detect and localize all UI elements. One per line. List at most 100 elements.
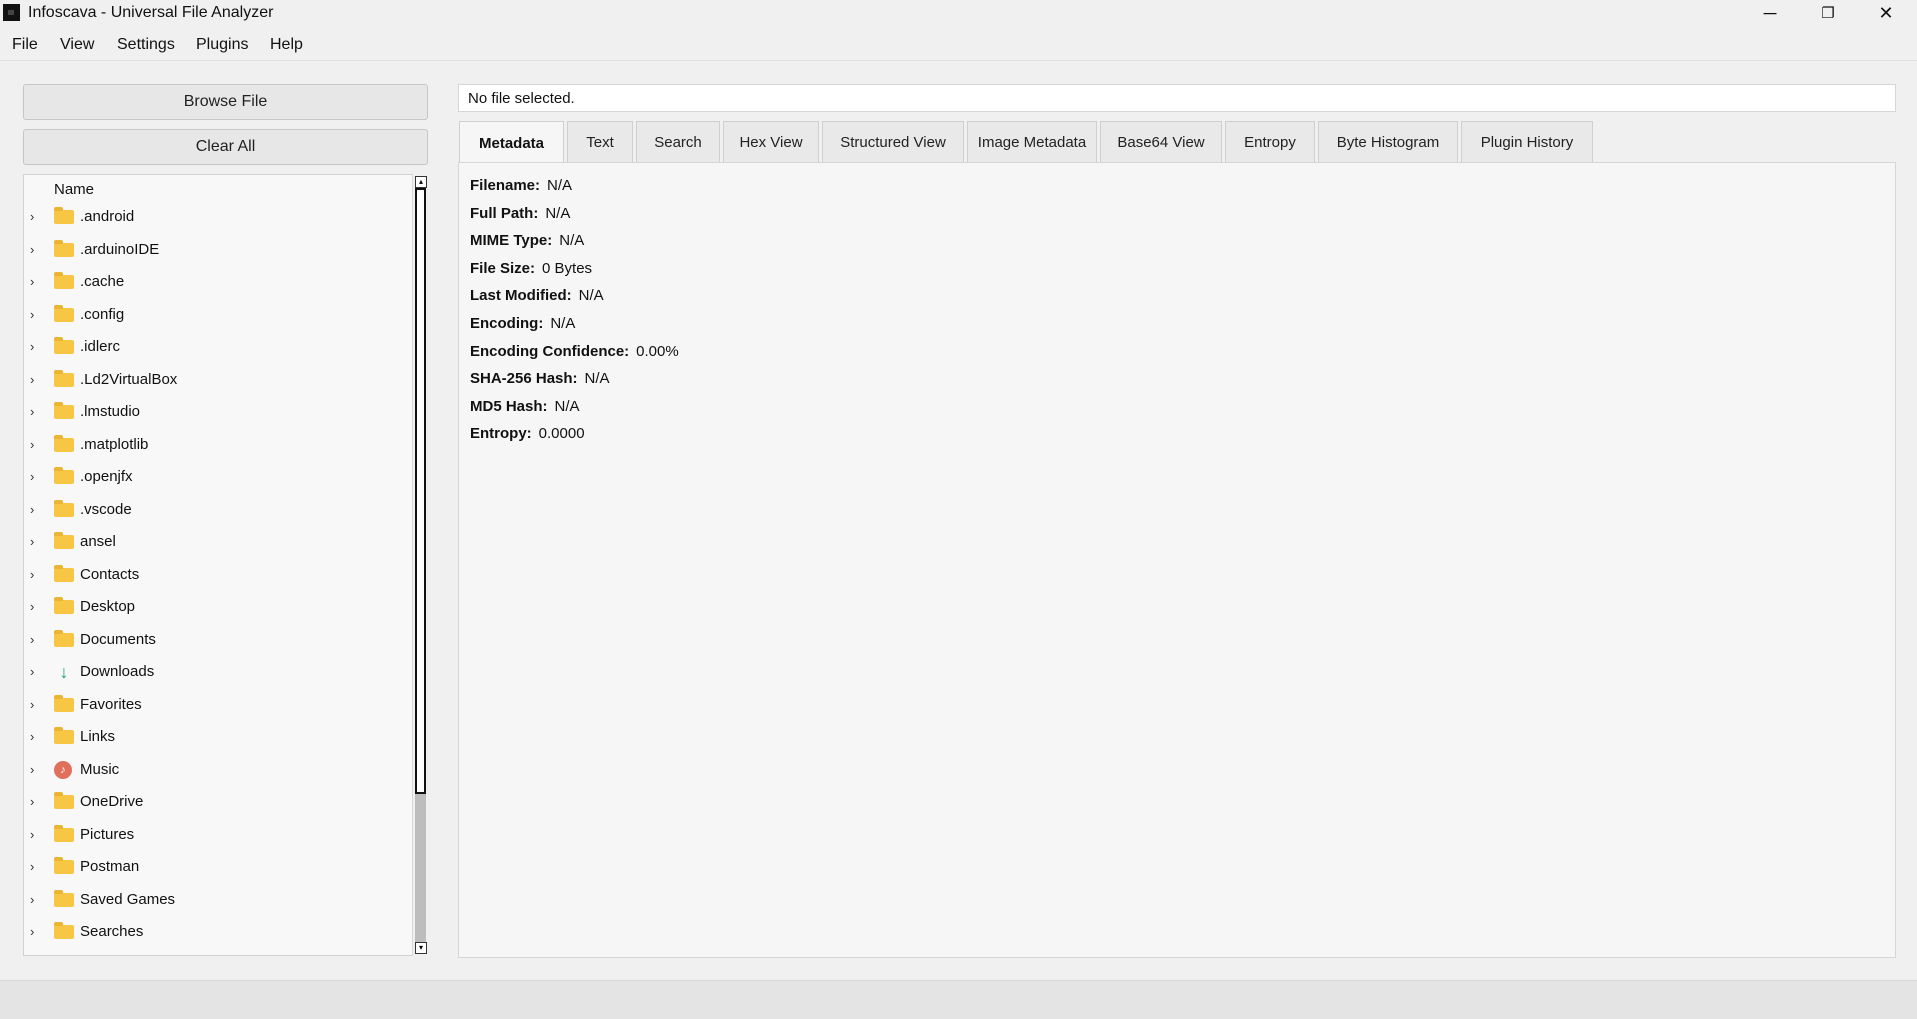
chevron-right-icon[interactable]: › <box>30 502 34 517</box>
close-button[interactable]: ✕ <box>1857 0 1915 26</box>
chevron-right-icon[interactable]: › <box>30 339 34 354</box>
tree-item[interactable]: › Postman <box>24 853 412 883</box>
menu-help[interactable]: Help <box>270 34 303 56</box>
chevron-right-icon[interactable]: › <box>30 567 34 582</box>
tree-item[interactable]: › Links <box>24 723 412 753</box>
chevron-right-icon[interactable]: › <box>30 827 34 842</box>
folder-icon <box>54 727 74 744</box>
metadata-key: Last Modified: <box>470 287 572 305</box>
metadata-key: SHA-256 Hash: <box>470 370 578 388</box>
chevron-right-icon[interactable]: › <box>30 924 34 939</box>
tree-item-label: Pictures <box>80 825 135 843</box>
scroll-down-arrow[interactable]: ▾ <box>415 942 427 954</box>
scrollbar-thumb[interactable] <box>415 188 426 794</box>
chevron-right-icon[interactable]: › <box>30 729 34 744</box>
chevron-right-icon[interactable]: › <box>30 859 34 874</box>
tree-item[interactable]: › Saved Games <box>24 886 412 916</box>
folder-icon <box>54 207 74 224</box>
menu-bar: File View Settings Plugins Help <box>0 30 1917 61</box>
tab-plugin-history[interactable]: Plugin History <box>1461 121 1593 163</box>
tree-item[interactable]: › Documents <box>24 626 412 656</box>
tree-item[interactable]: › ♪ Music <box>24 756 412 786</box>
chevron-right-icon[interactable]: › <box>30 794 34 809</box>
chevron-right-icon[interactable]: › <box>30 469 34 484</box>
tab-metadata[interactable]: Metadata <box>459 121 564 164</box>
metadata-row: MD5 Hash: N/A <box>470 398 580 415</box>
music-icon: ♪ <box>54 760 72 779</box>
chevron-right-icon[interactable]: › <box>30 762 34 777</box>
tab-base64-view[interactable]: Base64 View <box>1100 121 1222 163</box>
chevron-right-icon[interactable]: › <box>30 209 34 224</box>
scroll-up-arrow[interactable]: ▴ <box>415 176 427 188</box>
tree-item-label: .matplotlib <box>80 435 149 453</box>
tree-item[interactable]: › Desktop <box>24 593 412 623</box>
tab-structured-view[interactable]: Structured View <box>822 121 964 163</box>
status-bar <box>0 980 1917 1019</box>
chevron-right-icon[interactable]: › <box>30 697 34 712</box>
chevron-right-icon[interactable]: › <box>30 892 34 907</box>
tab-text[interactable]: Text <box>567 121 633 163</box>
chevron-right-icon[interactable]: › <box>30 599 34 614</box>
chevron-right-icon[interactable]: › <box>30 274 34 289</box>
metadata-value: N/A <box>578 287 604 305</box>
folder-icon <box>54 337 74 354</box>
tree-item[interactable]: › .cache <box>24 268 412 298</box>
tree-item[interactable]: › ↓ Downloads <box>24 658 412 688</box>
tree-item-label: Contacts <box>80 565 140 583</box>
tree-item[interactable]: › OneDrive <box>24 788 412 818</box>
tree-item[interactable]: › .matplotlib <box>24 431 412 461</box>
tree-item[interactable]: › .android <box>24 203 412 233</box>
tab-entropy[interactable]: Entropy <box>1225 121 1315 163</box>
metadata-value: N/A <box>584 370 610 388</box>
minimize-button[interactable]: ─ <box>1741 0 1799 26</box>
maximize-button[interactable]: ❐ <box>1799 0 1857 26</box>
tree-item[interactable]: › Contacts <box>24 561 412 591</box>
chevron-right-icon[interactable]: › <box>30 632 34 647</box>
tree-item[interactable]: › Pictures <box>24 821 412 851</box>
tab-hex-view[interactable]: Hex View <box>723 121 819 163</box>
tree-item-label: .config <box>80 305 125 323</box>
tree-header-name[interactable]: Name <box>54 181 94 198</box>
tree-item[interactable]: › Searches <box>24 918 412 948</box>
chevron-right-icon[interactable]: › <box>30 307 34 322</box>
window-title: Infoscava - Universal File Analyzer <box>28 4 274 21</box>
chevron-right-icon[interactable]: › <box>30 534 34 549</box>
chevron-right-icon[interactable]: › <box>30 404 34 419</box>
chevron-right-icon[interactable]: › <box>30 242 34 257</box>
folder-icon <box>54 824 74 842</box>
scrollbar-track[interactable] <box>415 794 426 942</box>
tree-item[interactable]: › .vscode <box>24 496 412 526</box>
menu-view[interactable]: View <box>60 34 94 56</box>
menu-settings[interactable]: Settings <box>117 34 175 56</box>
folder-icon <box>54 467 74 484</box>
tree-item[interactable]: › ansel <box>24 528 412 558</box>
metadata-row: Filename: N/A <box>470 177 572 194</box>
metadata-row: Last Modified: N/A <box>470 287 604 304</box>
tree-scrollbar[interactable]: ▴ ▾ <box>412 174 428 956</box>
chevron-right-icon[interactable]: › <box>30 664 34 679</box>
tab-search[interactable]: Search <box>636 121 720 163</box>
tree-item[interactable]: › .config <box>24 301 412 331</box>
chevron-right-icon[interactable]: › <box>30 372 34 387</box>
tab-byte-histogram[interactable]: Byte Histogram <box>1318 121 1458 163</box>
metadata-key: Encoding Confidence: <box>470 342 630 360</box>
tree-item[interactable]: › .lmstudio <box>24 398 412 428</box>
tree-item-label: ansel <box>80 533 116 550</box>
browse-file-button[interactable]: Browse File <box>23 84 428 120</box>
tree-item[interactable]: › .arduinoIDE <box>24 236 412 266</box>
tree-item-label: Downloads <box>80 663 155 680</box>
menu-plugins[interactable]: Plugins <box>196 34 248 56</box>
clear-all-button[interactable]: Clear All <box>23 129 428 165</box>
tree-item[interactable]: › Favorites <box>24 691 412 721</box>
folder-icon <box>54 857 74 874</box>
menu-file[interactable]: File <box>12 34 38 56</box>
chevron-right-icon[interactable]: › <box>30 437 34 452</box>
tree-item[interactable]: › .openjfx <box>24 463 412 493</box>
metadata-key: File Size: <box>470 259 536 277</box>
tab-image-metadata[interactable]: Image Metadata <box>967 121 1097 163</box>
metadata-row: Encoding Confidence: 0.00% <box>470 343 679 360</box>
file-tree[interactable]: Name › .android › .arduinoIDE › .cache › .confi… <box>23 174 428 956</box>
metadata-value: N/A <box>559 232 585 250</box>
tree-item[interactable]: › .Ld2VirtualBox <box>24 366 412 396</box>
tree-item[interactable]: › .idlerc <box>24 333 412 363</box>
